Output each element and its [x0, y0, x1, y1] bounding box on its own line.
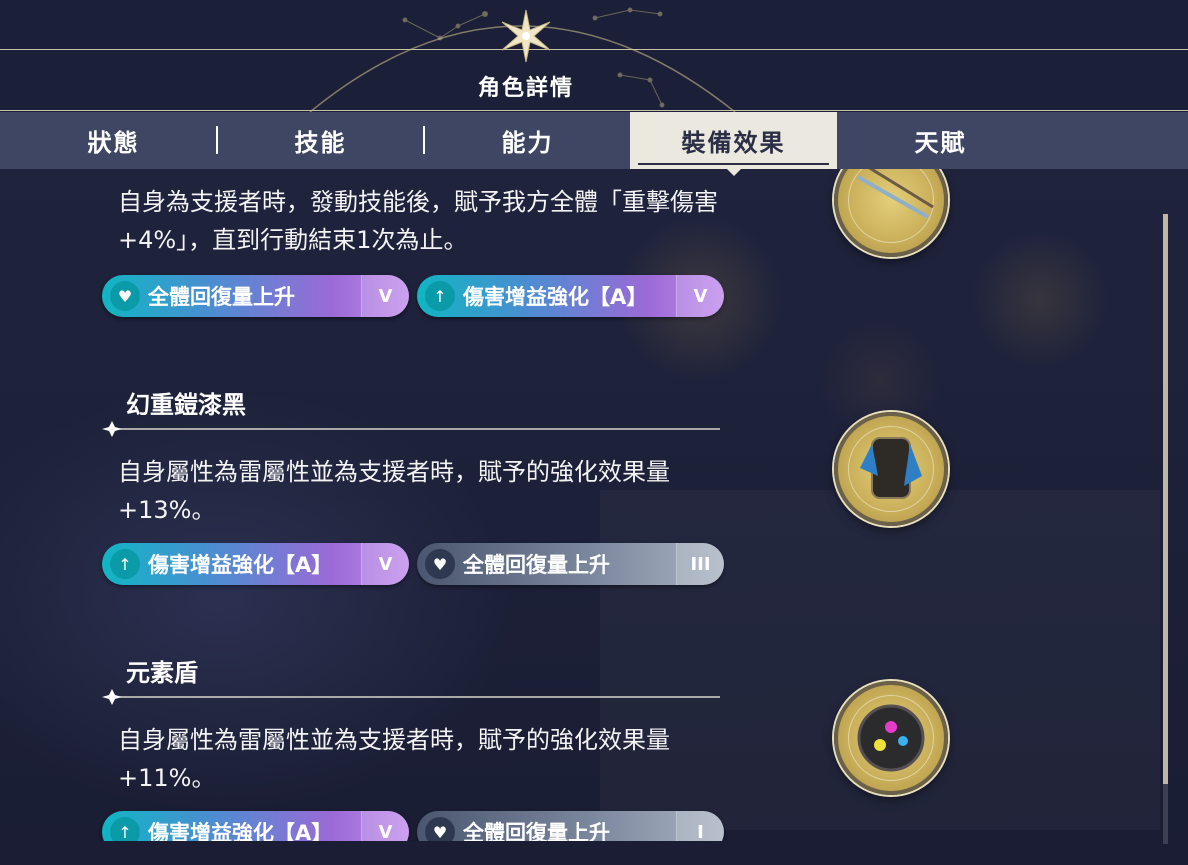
heart-up-icon: ♥ [425, 549, 455, 579]
desc-line: 自身屬性為雷屬性並為支援者時，賦予的強化效果量 [118, 726, 670, 754]
tag-label: 傷害增益強化【A】 [148, 821, 333, 841]
tab-abilities-label: 能力 [501, 129, 554, 157]
scrollbar-thumb[interactable] [1163, 214, 1168, 784]
elemental-shield-art [857, 704, 925, 772]
heart-up-icon: ♥ [110, 281, 140, 311]
scrollbar-track[interactable] [1163, 784, 1168, 844]
tag-rank: V [676, 275, 724, 317]
tag-rank: V [361, 811, 409, 841]
tab-abilities[interactable]: 能力 [424, 112, 631, 169]
tab-skills-label: 技能 [294, 129, 347, 157]
equipment-effects-list[interactable]: 自身為支援者時，發動技能後，賦予我方全體「重擊傷害 +4%」，直到行動結束1次為… [0, 169, 1160, 841]
shield-medal-icon[interactable] [834, 681, 948, 795]
item-divider [102, 421, 720, 437]
tag-label: 傷害增益強化【A】 [463, 285, 648, 309]
arrow-up-icon: ↑ [110, 817, 140, 841]
effect-tag[interactable]: ↑ 傷害增益強化【A】 V [417, 275, 724, 317]
tab-bar: 狀態 技能 能力 裝備效果 天賦 [0, 112, 1188, 169]
item-name: 幻重鎧漆黑 [126, 391, 246, 419]
tab-talents-label: 天賦 [914, 129, 967, 157]
desc-line: +11%。 [118, 764, 216, 792]
header-bottom-line [0, 110, 1188, 111]
arrow-up-icon: ↑ [110, 549, 140, 579]
tab-status[interactable]: 狀態 [10, 112, 217, 169]
weapon-art [857, 169, 934, 219]
weapon-medal-icon[interactable] [834, 169, 948, 257]
tag-rank: V [361, 275, 409, 317]
tab-equipment-effects[interactable]: 裝備效果 [630, 112, 837, 169]
tag-rank: V [361, 543, 409, 585]
desc-line: +13%。 [118, 496, 216, 524]
tag-rank: I [676, 811, 724, 841]
effect-tag[interactable]: ♥ 全體回復量上升 I [417, 811, 724, 841]
item-divider [102, 689, 720, 705]
item-description: 自身屬性為雷屬性並為支援者時，賦予的強化效果量 +11%。 [118, 721, 758, 797]
desc-line: 自身為支援者時，發動技能後，賦予我方全體「重擊傷害 [118, 188, 718, 216]
item-description: 自身為支援者時，發動技能後，賦予我方全體「重擊傷害 +4%」，直到行動結束1次為… [118, 183, 758, 259]
heart-up-icon: ♥ [425, 817, 455, 841]
tab-talents[interactable]: 天賦 [837, 112, 1044, 169]
desc-line: +4%」，直到行動結束1次為止。 [118, 226, 468, 254]
effect-tag[interactable]: ↑ 傷害增益強化【A】 V [102, 543, 409, 585]
tab-skills[interactable]: 技能 [217, 112, 424, 169]
tag-rank: III [676, 543, 724, 585]
active-tab-underline [638, 163, 829, 165]
header-top-line [0, 49, 1188, 50]
tag-label: 全體回復量上升 [463, 821, 610, 841]
tag-label: 全體回復量上升 [463, 553, 610, 577]
effect-tag[interactable]: ♥ 全體回復量上升 III [417, 543, 724, 585]
effect-tag[interactable]: ↑ 傷害增益強化【A】 V [102, 811, 409, 841]
header: 角色詳情 [0, 0, 1188, 112]
item-name: 元素盾 [126, 659, 198, 687]
item-description: 自身屬性為雷屬性並為支援者時，賦予的強化效果量 +13%。 [118, 453, 758, 529]
tag-label: 全體回復量上升 [148, 285, 295, 309]
arrow-up-icon: ↑ [425, 281, 455, 311]
desc-line: 自身屬性為雷屬性並為支援者時，賦予的強化效果量 [118, 458, 670, 486]
effect-tag[interactable]: ♥ 全體回復量上升 V [102, 275, 409, 317]
page-title: 角色詳情 [477, 76, 574, 101]
armor-medal-icon[interactable] [834, 412, 948, 526]
armor-art [860, 437, 922, 499]
tab-status-label: 狀態 [87, 129, 140, 157]
tag-label: 傷害增益強化【A】 [148, 553, 333, 577]
tab-equipment-effects-label: 裝備效果 [681, 129, 786, 157]
compass-star-icon [501, 9, 551, 63]
